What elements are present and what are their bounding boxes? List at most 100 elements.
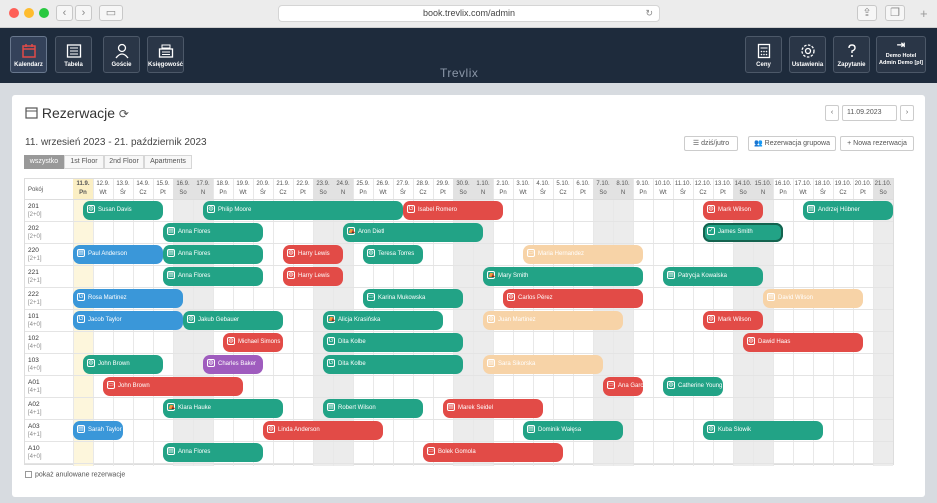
guest-name: Alicja Krasińska (338, 317, 381, 323)
reservation-bar[interactable]: ⛺ Klara Hauke (163, 399, 283, 418)
nav-prices-button[interactable]: Ceny (745, 36, 782, 73)
new-reservation-button[interactable]: + Nowa rezerwacja (840, 136, 914, 151)
date-input[interactable]: 11.09.2023 (842, 105, 897, 121)
tab-apartments[interactable]: Apartments (144, 155, 192, 169)
nav-guests-button[interactable]: Goście (103, 36, 140, 73)
reservation-bar[interactable]: ◍ Catherine Young (663, 377, 723, 396)
day-header: 13.10. Pt (713, 179, 733, 200)
day-date: 11.10. (674, 181, 692, 187)
reservation-bar[interactable]: ▤ Anna Flores (163, 267, 263, 286)
reservation-bar[interactable]: ◍ Charles Baker (203, 355, 263, 374)
hotel-logout-button[interactable]: ⇥ Demo Hotel Admin Demo [pl] (876, 36, 926, 73)
refresh-icon[interactable]: ⟳ (119, 107, 129, 121)
reservation-bar[interactable]: ⛺ Alicja Krasińska (323, 311, 443, 330)
day-date: 8.10. (616, 181, 630, 187)
close-window-button[interactable] (9, 8, 19, 18)
minimize-window-button[interactable] (24, 8, 34, 18)
day-column[interactable] (673, 179, 693, 466)
group-reservation-button[interactable]: 👥 Rezerwacja grupowa (748, 136, 836, 151)
reservation-bar[interactable]: ⛺ Aron Dietl (343, 223, 483, 242)
reservation-bar[interactable]: ▭ Bolek Gomola (423, 443, 563, 462)
reservation-bar[interactable]: ◍ Dawid Haas (743, 333, 863, 352)
reservation-bar[interactable]: ▤ Anna Flores (163, 443, 263, 462)
reload-icon[interactable]: ↻ (645, 6, 653, 21)
reservation-bar[interactable]: ▭ Maria Hernandez (523, 245, 643, 264)
reservation-bar[interactable]: ▤ Andrzej Hübner (803, 201, 893, 220)
reservation-bar[interactable]: ▭Ana García (603, 377, 643, 396)
guest-name: Anna Flores (178, 449, 211, 455)
nav-accounting-button[interactable]: Księgowość (147, 36, 184, 73)
sidebar-toggle-icon[interactable]: ▭ (99, 5, 123, 21)
reservation-bar[interactable]: ◍ Harry Lewis (283, 267, 343, 286)
today-label: dziś/jutro (701, 140, 730, 147)
reservation-bar[interactable]: ▤ Robert Wilson (323, 399, 423, 418)
guest-name: James Smith (718, 229, 753, 235)
reservation-bar[interactable]: G Dita Kolbe (323, 355, 463, 374)
card-icon: ▤ (527, 425, 535, 434)
day-column[interactable] (853, 179, 873, 466)
reservation-bar[interactable]: ◍ Michael Simons (223, 333, 283, 352)
next-date-button[interactable]: › (900, 105, 914, 121)
reservation-bar[interactable]: G Jacob Taylor (73, 311, 183, 330)
reservation-bar[interactable]: ◍ Juan Martinez (483, 311, 623, 330)
tab-1st-floor[interactable]: 1st Floor (64, 155, 104, 169)
reservation-bar[interactable]: ◍ Susan Davis (83, 201, 163, 220)
reservation-bar[interactable]: ▤ Patrycja Kowalska (663, 267, 763, 286)
reservation-bar[interactable]: ◍ Linda Anderson (263, 421, 383, 440)
reservation-bar[interactable]: ▤ Sara Sikorska (483, 355, 603, 374)
maximize-window-button[interactable] (39, 8, 49, 18)
row-divider (25, 221, 893, 222)
tab-all[interactable]: wszystko (24, 155, 64, 169)
reservation-bar[interactable]: ▭ Karina Mukowska (363, 289, 463, 308)
reservation-bar[interactable]: ▤ Anna Flores (163, 223, 263, 242)
forward-icon[interactable]: › (75, 5, 92, 21)
reservation-bar[interactable]: ▤ Marek Seidel (443, 399, 543, 418)
reservation-bar[interactable]: ⛺ Mary Smith (483, 267, 643, 286)
tabs-icon[interactable]: ❐ (885, 5, 905, 21)
reservation-bar[interactable]: ◍ Jakub Gebauer (183, 311, 283, 330)
guest-name: Kuba Slowik (718, 427, 752, 433)
reservation-bar[interactable]: G Isabel Romero (403, 201, 503, 220)
reservation-bar[interactable]: ▤ David Wilson (763, 289, 863, 308)
reservation-bar[interactable]: ◍ Teresa Torres (363, 245, 423, 264)
reservation-bar[interactable]: ▤ Paul Anderson (73, 245, 163, 264)
day-column[interactable] (873, 179, 893, 466)
prev-date-button[interactable]: ‹ (825, 105, 839, 121)
row-divider (25, 463, 893, 464)
nav-settings-button[interactable]: Ustawienia (789, 36, 826, 73)
reservation-bar[interactable]: ◍ Mark Wilson (703, 311, 763, 330)
nav-inquiry-button[interactable]: Zapytanie (833, 36, 870, 73)
reservation-bar[interactable]: G Dita Kolbe (323, 333, 463, 352)
reservation-bar[interactable]: ▤ Anna Flores (163, 245, 263, 264)
day-column[interactable] (633, 179, 653, 466)
reservation-bar[interactable]: ◍ Philip Moore (203, 201, 403, 220)
reservation-bar[interactable]: ▭ John Brown (103, 377, 243, 396)
share-icon[interactable]: ⇪ (857, 5, 877, 21)
reservation-bar[interactable]: ◍ Kuba Slowik (703, 421, 823, 440)
day-header: 15.10. N (753, 179, 773, 200)
nav-table-button[interactable]: Tabela (55, 36, 92, 73)
day-weekday: Cz (419, 190, 427, 196)
show-cancelled-checkbox[interactable]: pokaż anulowane rezerwacje (25, 471, 125, 478)
reservation-bar[interactable]: ◍ Mark Wilson (703, 201, 763, 220)
reservation-bar[interactable]: ▤ Sarah Taylor (73, 421, 123, 440)
day-column[interactable] (653, 179, 673, 466)
checkbox-box[interactable] (25, 471, 32, 478)
nav-calendar-button[interactable]: Kalendarz (10, 36, 47, 73)
day-header: 14.10. So (733, 179, 753, 200)
day-header: 11.10. Śr (673, 179, 693, 200)
tab-2nd-floor[interactable]: 2nd Floor (104, 155, 144, 169)
today-tomorrow-button[interactable]: ☰ dziś/jutro (684, 136, 738, 151)
room-number: A10 (28, 445, 40, 452)
day-column[interactable] (833, 179, 853, 466)
reservation-bar[interactable]: ◍ Harry Lewis (283, 245, 343, 264)
reservation-bar[interactable]: G Rosa Martinez (73, 289, 183, 308)
reservation-bar[interactable]: ▤ Dominik Wałęsa (523, 421, 623, 440)
reservation-bar[interactable]: ◍ John Brown (83, 355, 163, 374)
back-icon[interactable]: ‹ (56, 5, 73, 21)
new-tab-icon[interactable]: + (920, 6, 928, 21)
reservation-bar[interactable]: ◍ Carlos Pérez (503, 289, 643, 308)
guest-name: Carlos Pérez (518, 295, 553, 301)
url-bar[interactable]: book.trevlix.com/admin ↻ (278, 5, 660, 22)
reservation-bar[interactable]: ✓ James Smith (703, 223, 783, 242)
